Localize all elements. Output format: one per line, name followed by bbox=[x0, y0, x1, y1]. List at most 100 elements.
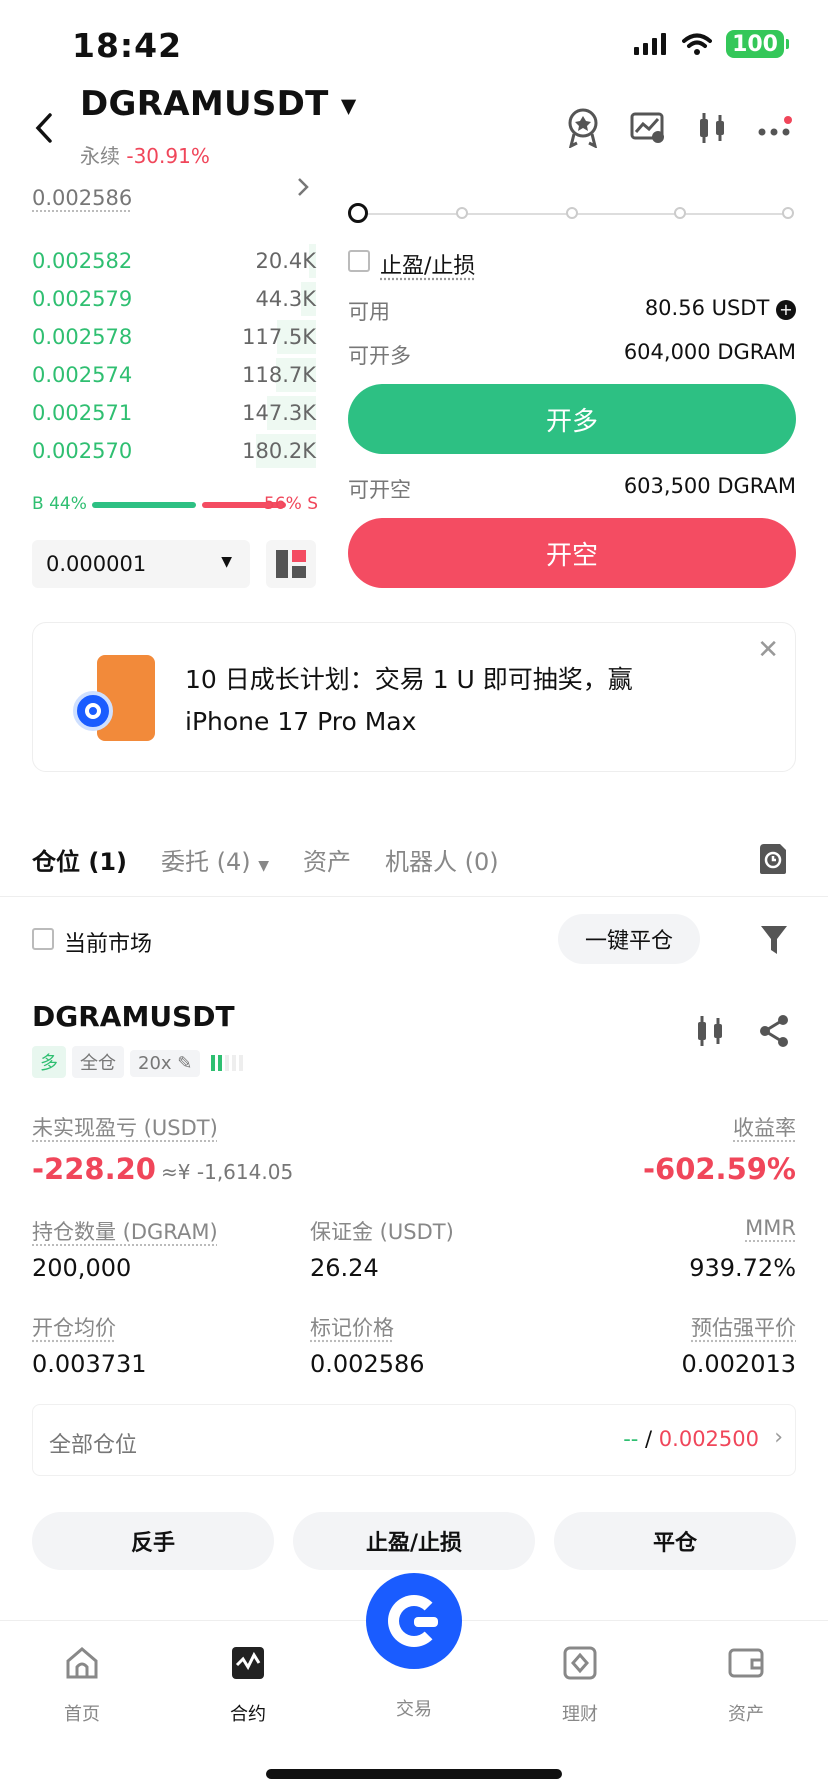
mmr-value: 939.72% bbox=[689, 1254, 796, 1282]
chevron-right-icon[interactable] bbox=[296, 176, 310, 198]
bid-qty: 118.7K bbox=[242, 363, 316, 387]
plus-circle-icon[interactable]: + bbox=[776, 300, 796, 320]
back-chevron-icon[interactable] bbox=[34, 112, 56, 144]
margin-mode-tag[interactable]: 全仓 bbox=[72, 1046, 124, 1078]
tpsl-button[interactable]: 止盈/止损 bbox=[293, 1512, 535, 1570]
bid-price: 0.002578 bbox=[32, 325, 133, 349]
candlestick-icon[interactable] bbox=[694, 1014, 726, 1048]
promo-text: 10 日成长计划：交易 1 U 即可抽奖，赢 iPhone 17 Pro Max bbox=[185, 665, 633, 736]
nav-contract[interactable]: 合约 bbox=[198, 1643, 298, 1726]
tpsl-checkbox[interactable] bbox=[348, 250, 370, 272]
all-positions-label: 全部仓位 bbox=[49, 1433, 138, 1458]
bid-price: 0.002570 bbox=[32, 439, 133, 463]
share-icon[interactable] bbox=[758, 1014, 790, 1048]
unrealized-pnl-label[interactable]: 未实现盈亏 (USDT) bbox=[32, 1112, 218, 1142]
size-label[interactable]: 持仓数量 (DGRAM) bbox=[32, 1216, 218, 1246]
reverse-button[interactable]: 反手 bbox=[32, 1512, 274, 1570]
caret-down-icon: ▼ bbox=[221, 554, 232, 570]
candlestick-icon[interactable] bbox=[696, 111, 728, 145]
caret-down-icon[interactable]: ▼ bbox=[341, 94, 357, 118]
liq-price-label[interactable]: 预估强平价 bbox=[691, 1312, 796, 1342]
layout-toggle-button[interactable] bbox=[266, 540, 316, 588]
bid-qty: 147.3K bbox=[242, 401, 316, 425]
margin-label: 保证金 (USDT) bbox=[310, 1220, 454, 1244]
unrealized-pnl: -228.20 ≈¥ -1,614.05 bbox=[32, 1152, 294, 1186]
roi-label[interactable]: 收益率 bbox=[733, 1112, 796, 1142]
divider bbox=[0, 896, 828, 897]
history-icon[interactable] bbox=[758, 842, 788, 876]
open-long-button[interactable]: 开多 bbox=[348, 384, 796, 454]
leverage-tag[interactable]: 20x ✎ bbox=[130, 1050, 201, 1077]
contract-subtitle: 永续 -30.91% bbox=[80, 144, 210, 168]
trade-logo-icon bbox=[366, 1573, 462, 1669]
bid-qty: 180.2K bbox=[242, 439, 316, 463]
bid-row[interactable]: 0.002578 117.5K bbox=[30, 320, 316, 354]
edit-icon: ✎ bbox=[177, 1053, 193, 1074]
bid-price: 0.002579 bbox=[32, 287, 133, 311]
current-market-checkbox[interactable] bbox=[32, 928, 54, 950]
more-icon[interactable] bbox=[758, 116, 792, 140]
mmr-label[interactable]: MMR bbox=[745, 1216, 796, 1240]
bid-row[interactable]: 0.002579 44.3K bbox=[30, 282, 316, 316]
wifi-icon bbox=[682, 33, 713, 55]
can-long-value: 604,000 DGRAM bbox=[623, 340, 796, 364]
open-short-button[interactable]: 开空 bbox=[348, 518, 796, 588]
bid-row[interactable]: 0.002574 118.7K bbox=[30, 358, 316, 392]
bid-qty: 117.5K bbox=[242, 325, 316, 349]
close-icon[interactable]: ✕ bbox=[757, 635, 779, 665]
tab-orders[interactable]: 委托 (4) ▼ bbox=[161, 842, 269, 877]
available-value: 80.56 USDT + bbox=[645, 296, 796, 320]
precision-select[interactable]: 0.000001 ▼ bbox=[32, 540, 250, 588]
signal-strength-icon bbox=[211, 1054, 244, 1075]
entry-price-label[interactable]: 开仓均价 bbox=[32, 1312, 116, 1342]
sell-ratio: 56% S bbox=[264, 494, 318, 514]
status-icons: 100 bbox=[634, 30, 789, 58]
size-value: 200,000 bbox=[32, 1254, 132, 1282]
header-actions bbox=[566, 108, 792, 148]
mark-price-value: 0.002586 bbox=[310, 1350, 425, 1378]
badge-icon[interactable] bbox=[566, 108, 600, 148]
nav-finance[interactable]: 理财 bbox=[530, 1643, 630, 1726]
mark-price-label[interactable]: 标记价格 bbox=[310, 1312, 394, 1342]
available-label: 可用 bbox=[348, 300, 390, 324]
buy-ratio: B 44% bbox=[32, 494, 87, 514]
layout-icon bbox=[276, 550, 306, 578]
filter-icon[interactable] bbox=[760, 924, 788, 956]
bid-price: 0.002574 bbox=[32, 363, 133, 387]
mark-price[interactable]: 0.002586 bbox=[32, 186, 132, 210]
buy-ratio-bar bbox=[92, 502, 196, 508]
nav-trade[interactable]: 交易 bbox=[364, 1573, 464, 1721]
nav-assets[interactable]: 资产 bbox=[696, 1643, 796, 1726]
chart-settings-icon[interactable] bbox=[630, 112, 666, 144]
bottom-nav: 首页 合约 交易 理财 资产 bbox=[0, 1573, 828, 1792]
bid-qty: 44.3K bbox=[255, 287, 316, 311]
close-position-button[interactable]: 平仓 bbox=[554, 1512, 796, 1570]
nav-home[interactable]: 首页 bbox=[32, 1643, 132, 1726]
current-market-label[interactable]: 当前市场 bbox=[64, 926, 152, 958]
tab-bots[interactable]: 机器人 (0) bbox=[385, 842, 499, 877]
side-tag: 多 bbox=[32, 1046, 66, 1078]
finance-icon bbox=[563, 1646, 597, 1680]
bid-row[interactable]: 0.002582 20.4K bbox=[30, 244, 316, 278]
symbol-title[interactable]: DGRAMUSDT ▼ bbox=[80, 84, 357, 124]
can-short-value: 603,500 DGRAM bbox=[623, 474, 796, 498]
chevron-right-icon: › bbox=[774, 1425, 783, 1450]
bid-row[interactable]: 0.002570 180.2K bbox=[30, 434, 316, 468]
can-long-label: 可开多 bbox=[348, 344, 411, 368]
slider-handle[interactable] bbox=[348, 203, 368, 223]
bid-price: 0.002571 bbox=[32, 401, 133, 425]
tab-positions[interactable]: 仓位 (1) bbox=[32, 842, 127, 877]
tpsl-label[interactable]: 止盈/止损 bbox=[380, 248, 475, 280]
can-short-label: 可开空 bbox=[348, 478, 411, 502]
position-tabs: 仓位 (1) 委托 (4) ▼ 资产 机器人 (0) bbox=[32, 842, 499, 877]
home-icon bbox=[66, 1647, 98, 1679]
leverage-slider[interactable] bbox=[348, 203, 796, 223]
all-positions-tpsl-row[interactable]: 全部仓位 -- / 0.002500 › bbox=[32, 1404, 796, 1476]
home-indicator bbox=[266, 1769, 562, 1779]
close-all-button[interactable]: 一键平仓 bbox=[558, 914, 700, 964]
tab-assets[interactable]: 资产 bbox=[303, 842, 351, 877]
liq-price-value: 0.002013 bbox=[681, 1350, 796, 1378]
position-tags: 多全仓 20x ✎ bbox=[32, 1046, 244, 1078]
promo-banner[interactable]: 10 日成长计划：交易 1 U 即可抽奖，赢 iPhone 17 Pro Max… bbox=[32, 622, 796, 772]
bid-row[interactable]: 0.002571 147.3K bbox=[30, 396, 316, 430]
